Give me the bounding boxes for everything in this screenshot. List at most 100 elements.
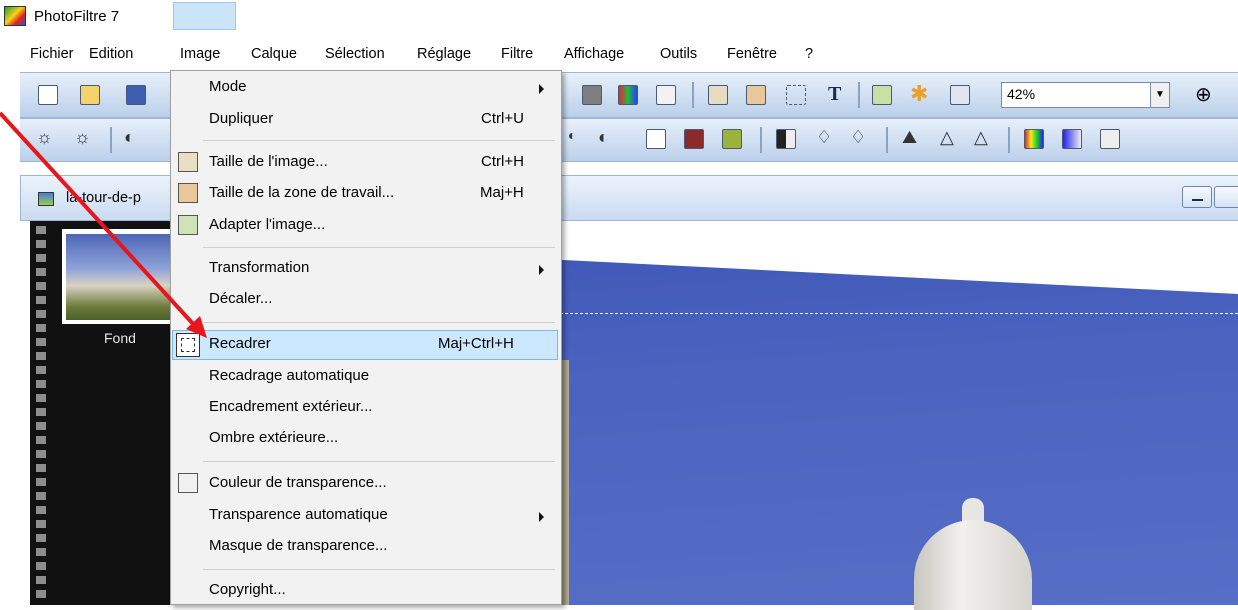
film-perforation xyxy=(36,380,46,388)
brightness-minus-icon[interactable]: ☼ xyxy=(36,127,53,148)
grid-dark-icon[interactable] xyxy=(684,129,704,149)
menu-item-taille-image[interactable]: Taille de l'image... xyxy=(209,153,328,170)
film-perforation xyxy=(36,240,46,248)
menu-separator xyxy=(203,140,555,141)
submenu-arrow-icon xyxy=(539,265,544,275)
zoom-in-icon[interactable]: ⊕ xyxy=(1195,82,1212,107)
film-perforation xyxy=(36,310,46,318)
blur-icon[interactable]: ♢ xyxy=(816,127,832,148)
fit-image-icon xyxy=(178,215,198,235)
menu-item-transformation[interactable]: Transformation xyxy=(209,259,309,276)
menu-item-encadrement[interactable]: Encadrement extérieur... xyxy=(209,398,372,415)
film-perforation xyxy=(36,422,46,430)
outline-icon[interactable]: △ xyxy=(940,127,954,148)
film-perforation xyxy=(36,520,46,528)
film-perforation xyxy=(36,366,46,374)
gradient-icon[interactable] xyxy=(582,85,602,105)
film-perforation xyxy=(36,268,46,276)
window-icon[interactable] xyxy=(950,85,970,105)
rainbow-gradient-icon[interactable] xyxy=(1024,129,1044,149)
film-perforation xyxy=(36,492,46,500)
restore-button[interactable] xyxy=(1214,186,1238,208)
menu-item-recadrage-auto[interactable]: Recadrage automatique xyxy=(209,367,369,384)
menu-filtre[interactable]: Filtre xyxy=(501,46,533,62)
contrast-minus-icon[interactable]: ◐ xyxy=(124,127,135,148)
menu-separator xyxy=(203,569,555,570)
menu-affichage[interactable]: Affichage xyxy=(564,46,624,62)
shortcut-taille-image: Ctrl+H xyxy=(481,153,524,170)
zoom-value[interactable]: 42% xyxy=(1007,86,1035,102)
menu-edition[interactable]: Edition xyxy=(89,46,133,62)
edge-icon[interactable]: △ xyxy=(974,127,988,148)
menu-item-couleur-transparence[interactable]: Couleur de transparence... xyxy=(209,474,387,491)
shortcut-recadrer: Maj+Ctrl+H xyxy=(438,335,514,352)
film-perforation xyxy=(36,324,46,332)
contrast-auto-icon[interactable]: ◐ xyxy=(568,127,576,143)
film-perforation xyxy=(36,464,46,472)
zoom-dropdown-arrow-icon[interactable]: ▼ xyxy=(1150,82,1170,108)
relief-icon[interactable]: ⛰ xyxy=(902,127,917,148)
menu-outils[interactable]: Outils xyxy=(660,46,697,62)
plugin-icon[interactable]: ✱ xyxy=(910,81,928,107)
menu-separator xyxy=(203,247,555,248)
menu-selection[interactable]: Sélection xyxy=(325,46,385,62)
canvas-size-icon[interactable] xyxy=(746,85,766,105)
crop-icon xyxy=(176,333,200,357)
sharpen-icon[interactable]: ♢ xyxy=(850,127,866,148)
blue-gradient-icon[interactable] xyxy=(1062,129,1082,149)
brightness-plus-icon[interactable]: ☼ xyxy=(74,127,91,148)
menu-help[interactable]: ? xyxy=(805,46,813,62)
menu-fichier[interactable]: Fichier xyxy=(30,46,74,62)
menu-item-mode[interactable]: Mode xyxy=(209,78,247,95)
film-perforation xyxy=(36,226,46,234)
film-perforation xyxy=(36,296,46,304)
menu-item-transparence-auto[interactable]: Transparence automatique xyxy=(209,506,388,523)
grid-icon[interactable] xyxy=(646,129,666,149)
submenu-arrow-icon xyxy=(539,512,544,522)
new-file-icon[interactable] xyxy=(38,85,58,105)
menu-calque[interactable]: Calque xyxy=(251,46,297,62)
film-perforation xyxy=(36,562,46,570)
film-perforation xyxy=(36,282,46,290)
menu-reglage[interactable]: Réglage xyxy=(417,46,471,62)
minimize-button[interactable] xyxy=(1182,186,1212,208)
grid-green-icon[interactable] xyxy=(722,129,742,149)
image-size-icon xyxy=(178,152,198,172)
toolbar-separator xyxy=(110,127,112,153)
save-file-icon[interactable] xyxy=(126,85,146,105)
colors-icon[interactable] xyxy=(618,85,638,105)
toolbar-separator xyxy=(858,82,860,108)
menu-item-copyright[interactable]: Copyright... xyxy=(209,581,286,598)
menu-item-decaler[interactable]: Décaler... xyxy=(209,290,272,307)
text-tool-icon[interactable]: T xyxy=(828,83,841,106)
figure-icon[interactable] xyxy=(1100,129,1120,149)
canvas-size-icon xyxy=(178,183,198,203)
transparency-icon[interactable] xyxy=(656,85,676,105)
layer-label: Fond xyxy=(104,330,136,346)
menu-item-dupliquer[interactable]: Dupliquer xyxy=(209,110,273,127)
menu-item-recadrer[interactable]: Recadrer xyxy=(209,335,271,352)
film-perforation xyxy=(36,254,46,262)
film-perforation xyxy=(36,478,46,486)
invert-icon[interactable] xyxy=(776,129,796,149)
crop-icon[interactable] xyxy=(786,85,806,105)
menu-item-masque-transparence[interactable]: Masque de transparence... xyxy=(209,537,387,554)
app-title: PhotoFiltre 7 xyxy=(34,8,120,25)
layers-icon[interactable] xyxy=(872,85,892,105)
menu-item-ombre[interactable]: Ombre extérieure... xyxy=(209,429,338,446)
toolbar-separator xyxy=(692,82,694,108)
film-perforation xyxy=(36,436,46,444)
submenu-arrow-icon xyxy=(539,84,544,94)
open-file-icon[interactable] xyxy=(80,85,100,105)
image-size-icon[interactable] xyxy=(708,85,728,105)
menu-item-adapter[interactable]: Adapter l'image... xyxy=(209,216,325,233)
film-perforation xyxy=(36,534,46,542)
menu-separator xyxy=(203,322,555,323)
film-perforation xyxy=(36,338,46,346)
menu-fenetre[interactable]: Fenêtre xyxy=(727,46,777,62)
film-perforation xyxy=(36,394,46,402)
menu-image[interactable]: Image xyxy=(180,46,220,62)
shortcut-dupliquer: Ctrl+U xyxy=(481,110,524,127)
menu-item-taille-zone[interactable]: Taille de la zone de travail... xyxy=(209,184,394,201)
contrast-plus-auto-icon[interactable]: ◐ xyxy=(598,127,609,148)
